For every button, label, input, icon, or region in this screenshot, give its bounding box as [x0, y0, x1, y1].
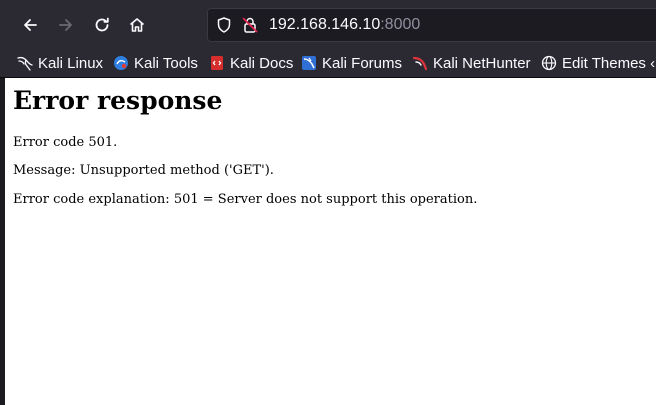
kali-forums-icon — [301, 55, 317, 71]
bookmark-label: Kali Forums — [322, 54, 403, 72]
home-button[interactable] — [123, 11, 151, 39]
bookmark-label: Edit Themes ‹ S — [562, 54, 656, 72]
home-icon — [129, 18, 145, 32]
kali-dragon-icon — [17, 55, 33, 71]
bookmark-edit-themes[interactable]: Edit Themes ‹ S — [541, 53, 656, 73]
bookmark-label: Kali Docs — [230, 54, 294, 72]
error-code-text: Error code 501. — [13, 135, 118, 150]
url-text[interactable]: 192.168.146.10:8000 — [269, 16, 420, 34]
globe-icon — [541, 55, 557, 71]
back-button[interactable] — [16, 11, 44, 39]
bookmark-kali-nethunter[interactable]: Kali NetHunter — [412, 53, 531, 73]
arrow-right-icon — [59, 19, 72, 31]
page-heading: Error response — [13, 86, 223, 115]
shield-icon[interactable] — [215, 16, 233, 34]
bookmarks-toolbar: Kali Linux Kali Tools Kali Docs Kali For… — [0, 50, 656, 78]
url-bar[interactable]: 192.168.146.10:8000 — [207, 8, 656, 42]
bookmark-label: Kali Tools — [134, 54, 198, 72]
kali-tools-icon — [113, 55, 129, 71]
url-host: 192.168.146.10 — [269, 16, 381, 33]
error-explanation-text: Error code explanation: 501 = Server doe… — [13, 192, 478, 207]
kali-nethunter-icon — [412, 55, 428, 71]
error-message-text: Message: Unsupported method ('GET'). — [13, 163, 274, 178]
bookmark-label: Kali NetHunter — [433, 54, 531, 72]
arrow-left-icon — [24, 19, 37, 31]
forward-button[interactable] — [52, 11, 80, 39]
page-content: Error response Error code 501. Message: … — [0, 78, 656, 405]
url-port: :8000 — [380, 16, 421, 33]
reload-icon — [95, 17, 109, 32]
kali-docs-icon — [209, 55, 225, 71]
bookmark-label: Kali Linux — [38, 54, 104, 72]
bookmark-kali-tools[interactable]: Kali Tools — [113, 53, 198, 73]
bookmark-kali-forums[interactable]: Kali Forums — [301, 53, 402, 73]
reload-button[interactable] — [88, 11, 116, 39]
bookmark-kali-docs[interactable]: Kali Docs — [209, 53, 293, 73]
insecure-lock-icon[interactable] — [241, 16, 259, 34]
browser-toolbar: 192.168.146.10:8000 — [0, 0, 656, 50]
bookmark-kali-linux[interactable]: Kali Linux — [17, 53, 103, 73]
